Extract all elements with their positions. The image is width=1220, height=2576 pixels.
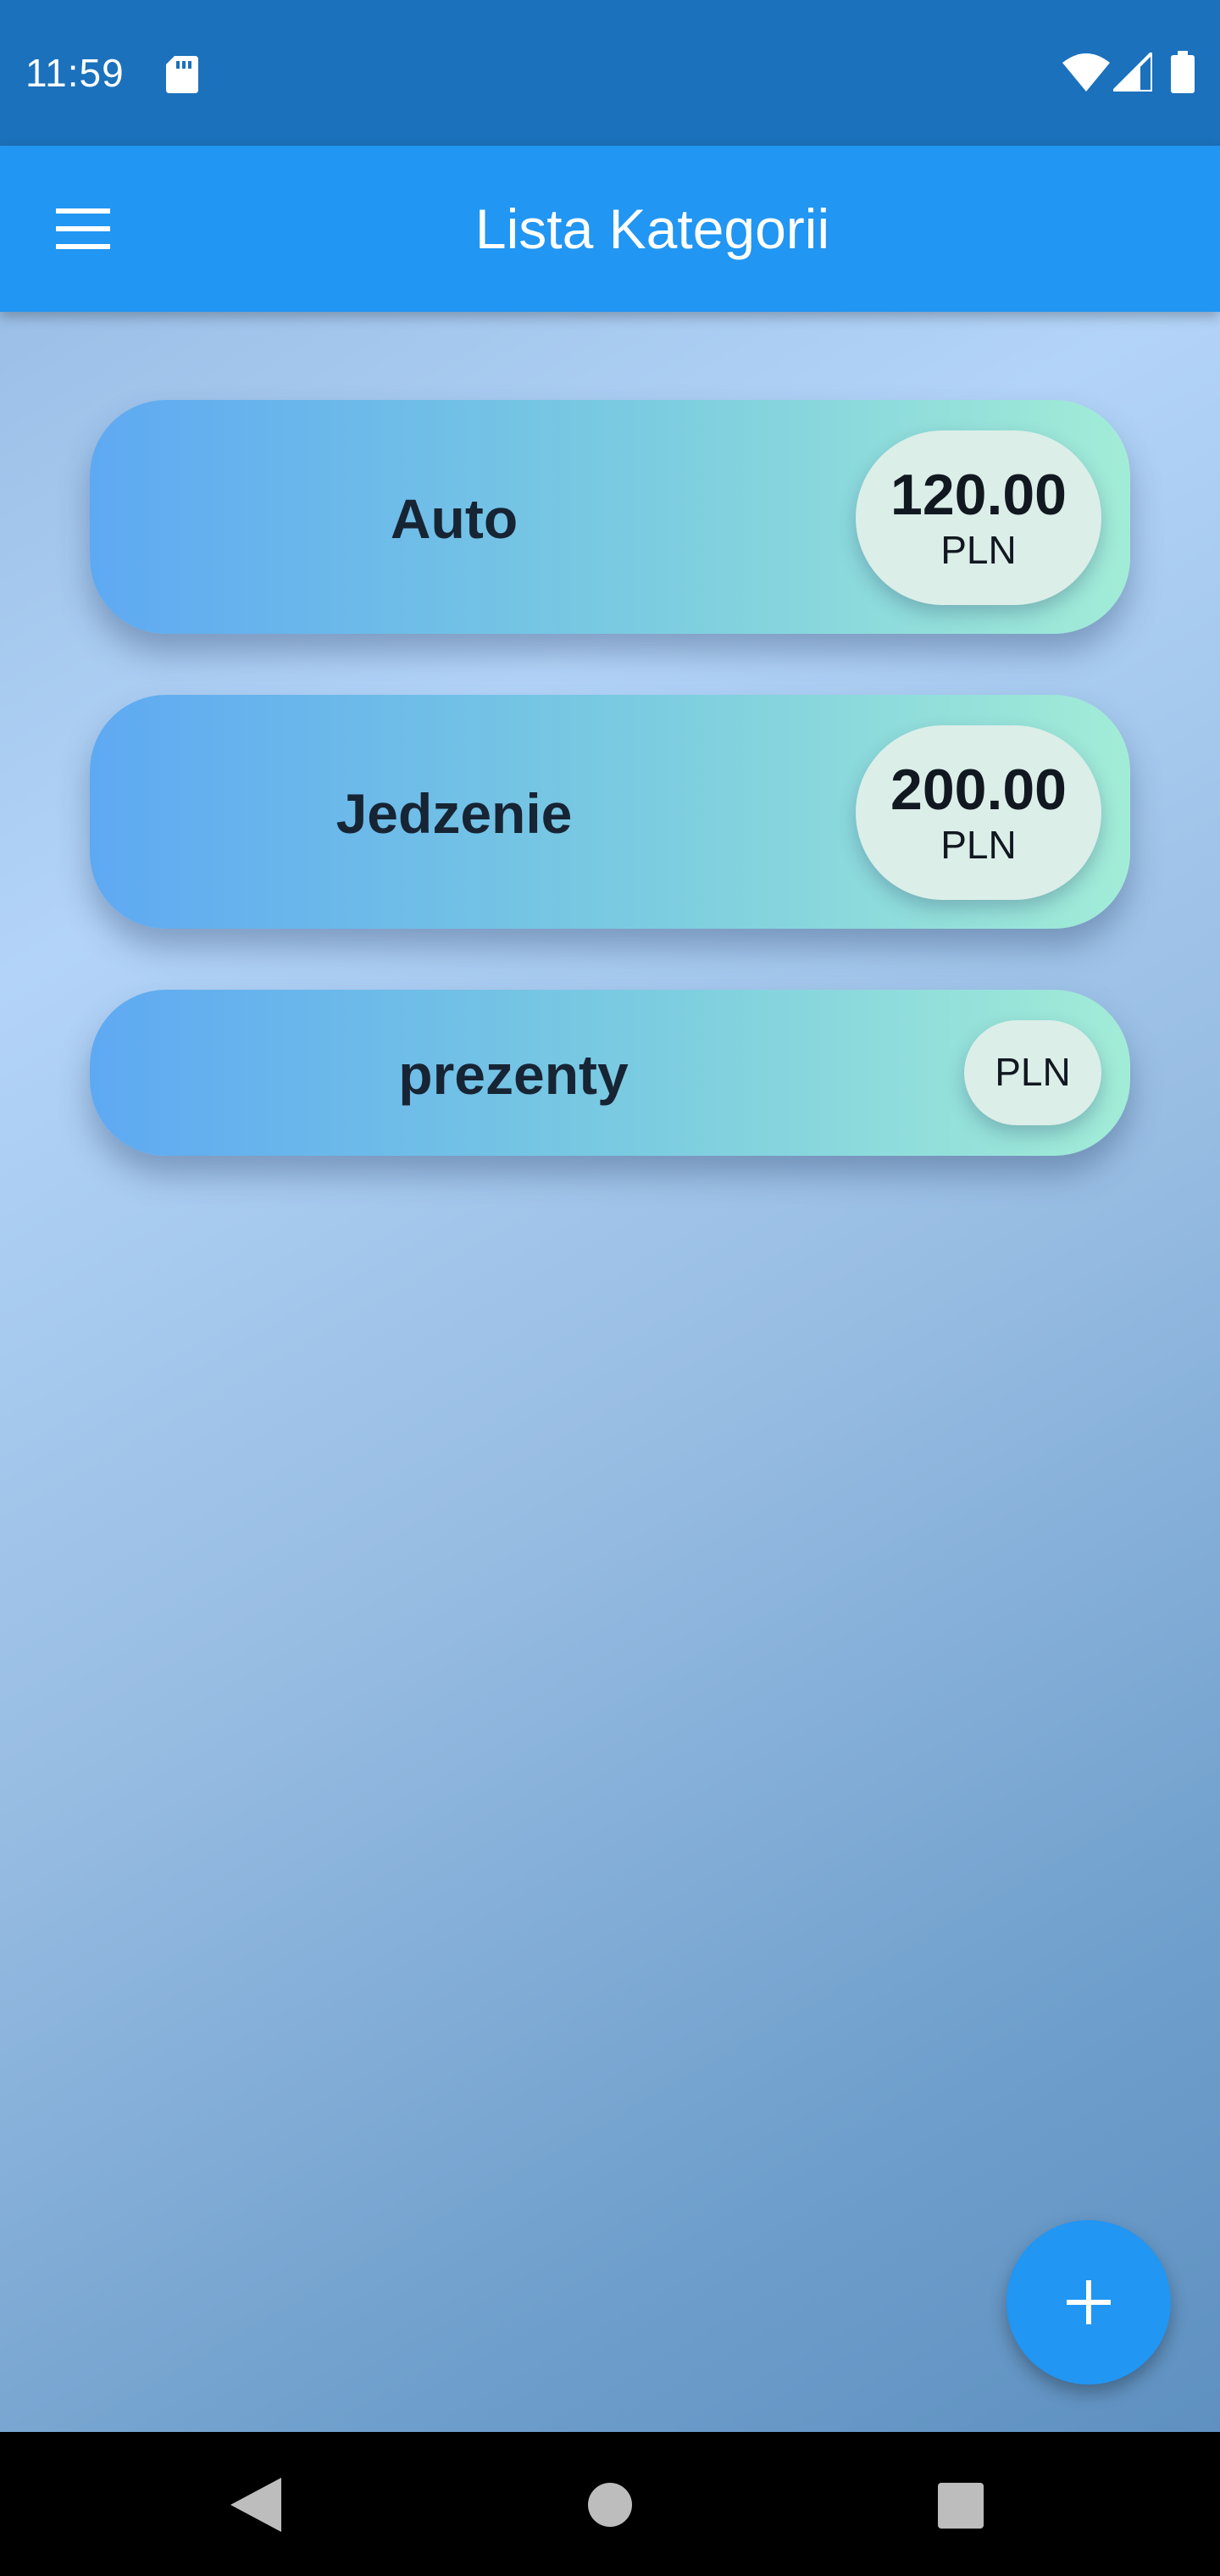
home-icon[interactable] xyxy=(586,2481,634,2529)
category-card-prezenty[interactable]: prezenty PLN xyxy=(90,990,1130,1156)
amount-value: 120.00 xyxy=(890,463,1067,527)
battery-icon xyxy=(1171,51,1195,93)
amount-currency: PLN xyxy=(995,1050,1071,1094)
back-icon[interactable] xyxy=(230,2478,281,2532)
amount-badge: PLN xyxy=(964,1020,1101,1125)
amount-currency: PLN xyxy=(940,528,1017,572)
plus-icon xyxy=(1067,2280,1111,2324)
page-title: Lista Kategorii xyxy=(474,197,830,260)
status-time: 11:59 xyxy=(25,51,125,95)
wifi-icon xyxy=(1062,53,1110,92)
screen: 11:59 Lista Kategorii Auto 120.00 PLN Je… xyxy=(0,0,1220,2576)
category-card-jedzenie[interactable]: Jedzenie 200.00 PLN xyxy=(90,695,1130,929)
recents-icon[interactable] xyxy=(938,2483,984,2529)
sd-card-icon xyxy=(166,56,198,93)
app-bar: Lista Kategorii xyxy=(0,146,1220,312)
amount-badge: 200.00 PLN xyxy=(856,725,1101,900)
category-card-auto[interactable]: Auto 120.00 PLN xyxy=(90,400,1130,634)
category-name: Auto xyxy=(390,487,518,550)
category-list: Auto 120.00 PLN Jedzenie 200.00 PLN prez… xyxy=(90,400,1130,1217)
amount-badge: 120.00 PLN xyxy=(856,430,1101,605)
add-category-button[interactable] xyxy=(1006,2220,1171,2384)
category-name: Jedzenie xyxy=(336,782,573,845)
status-bar: 11:59 xyxy=(0,0,1220,146)
amount-value: 200.00 xyxy=(890,758,1067,822)
signal-icon xyxy=(1113,53,1152,92)
category-name: prezenty xyxy=(398,1043,629,1106)
amount-currency: PLN xyxy=(940,823,1017,867)
